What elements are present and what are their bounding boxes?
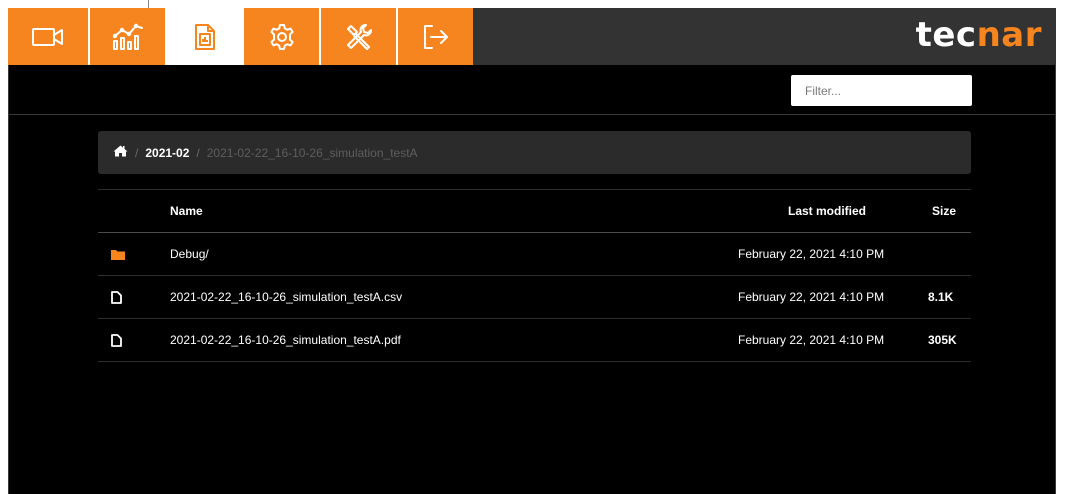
gear-icon bbox=[268, 23, 296, 51]
chart-icon bbox=[111, 22, 145, 52]
column-header-size[interactable]: Size bbox=[932, 190, 956, 232]
file-icon bbox=[111, 319, 131, 361]
file-last-modified: February 22, 2021 4:10 PM bbox=[738, 333, 885, 347]
breadcrumb-item-2021-02[interactable]: 2021-02 bbox=[145, 146, 189, 160]
file-icon bbox=[111, 276, 131, 318]
home-icon bbox=[113, 145, 128, 160]
video-camera-icon bbox=[31, 26, 65, 48]
file-table: Name Last modified Size Debug/ February … bbox=[98, 189, 971, 362]
tab-settings[interactable] bbox=[244, 8, 319, 65]
report-file-icon bbox=[193, 23, 217, 51]
table-header-row: Name Last modified Size bbox=[98, 189, 971, 233]
browser-window: tecnar / 2021-02 / 2021-02-22_16-10-26_s… bbox=[0, 0, 1067, 494]
tab-reports[interactable] bbox=[167, 8, 242, 65]
breadcrumb-home[interactable] bbox=[113, 145, 128, 160]
column-header-last-modified[interactable]: Last modified bbox=[788, 190, 866, 232]
tab-camera[interactable] bbox=[8, 8, 88, 65]
table-row[interactable]: Debug/ February 22, 2021 4:10 PM bbox=[98, 233, 971, 276]
file-size: 8.1K bbox=[928, 290, 954, 304]
file-last-modified: February 22, 2021 4:10 PM bbox=[738, 290, 885, 304]
breadcrumb-separator: / bbox=[196, 145, 200, 160]
app-root: tecnar / 2021-02 / 2021-02-22_16-10-26_s… bbox=[8, 8, 1056, 494]
filter-bar bbox=[8, 65, 1056, 115]
logout-icon bbox=[421, 23, 451, 51]
breadcrumb-item-current: 2021-02-22_16-10-26_simulation_testA bbox=[206, 145, 418, 160]
tecnar-logo: tec nar bbox=[916, 17, 1042, 53]
file-name-link[interactable]: 2021-02-22_16-10-26_simulation_testA.pdf bbox=[170, 319, 401, 361]
file-size: 305K bbox=[928, 333, 957, 347]
file-name-link[interactable]: Debug/ bbox=[170, 233, 209, 275]
logo-text-part1: tec bbox=[915, 15, 977, 55]
logo-text-part2: nar bbox=[976, 15, 1042, 55]
file-name-link[interactable]: 2021-02-22_16-10-26_simulation_testA.csv bbox=[170, 276, 402, 318]
table-row[interactable]: 2021-02-22_16-10-26_simulation_testA.pdf… bbox=[98, 319, 971, 362]
tab-tools[interactable] bbox=[321, 8, 396, 65]
file-last-modified: February 22, 2021 4:10 PM bbox=[738, 247, 885, 261]
breadcrumb: / 2021-02 / 2021-02-22_16-10-26_simulati… bbox=[98, 131, 971, 174]
tools-icon bbox=[344, 22, 374, 52]
breadcrumb-separator: / bbox=[135, 145, 139, 160]
filter-input[interactable] bbox=[791, 75, 972, 106]
folder-icon bbox=[111, 233, 131, 275]
tab-charts[interactable] bbox=[90, 8, 165, 65]
window-edge-mark bbox=[148, 0, 149, 8]
top-toolbar: tec nar bbox=[8, 8, 1056, 65]
tab-logout[interactable] bbox=[398, 8, 473, 65]
column-header-name[interactable]: Name bbox=[170, 190, 203, 232]
table-row[interactable]: 2021-02-22_16-10-26_simulation_testA.csv… bbox=[98, 276, 971, 319]
